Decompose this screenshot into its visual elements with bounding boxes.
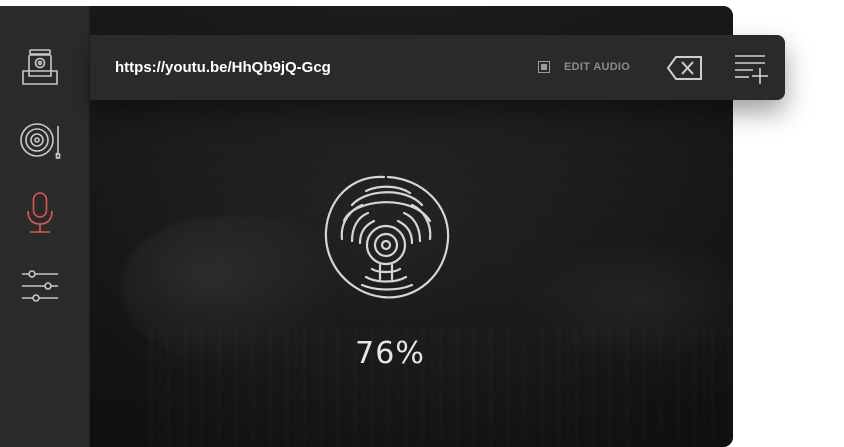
url-text[interactable]: https://youtu.be/HhQb9jQ-Gcg xyxy=(115,35,331,100)
edit-audio-label: EDIT AUDIO xyxy=(564,61,631,73)
progress-percent: 76% xyxy=(355,336,425,371)
vinyl-record-icon xyxy=(324,175,450,299)
edit-audio-toggle[interactable]: EDIT AUDIO xyxy=(538,56,630,78)
microphone-icon xyxy=(27,192,53,233)
sliders-icon xyxy=(22,270,58,302)
edit-audio-checkbox[interactable] xyxy=(538,61,550,73)
turntable-icon xyxy=(20,123,61,159)
checkbox-fill xyxy=(541,64,547,70)
url-toolbar: https://youtu.be/HhQb9jQ-Gcg EDIT AUDIO xyxy=(90,35,785,100)
sidebar-item-turntable[interactable] xyxy=(14,114,66,166)
inbox-download-icon xyxy=(22,49,58,85)
playlist-add-icon xyxy=(735,55,768,84)
sidebar xyxy=(0,6,90,447)
backspace-icon xyxy=(666,56,702,80)
sidebar-item-record[interactable] xyxy=(14,187,66,239)
clear-url-button[interactable] xyxy=(666,54,704,82)
add-to-queue-button[interactable] xyxy=(731,51,769,85)
sidebar-item-download[interactable] xyxy=(14,41,66,93)
sidebar-item-settings[interactable] xyxy=(14,260,66,312)
